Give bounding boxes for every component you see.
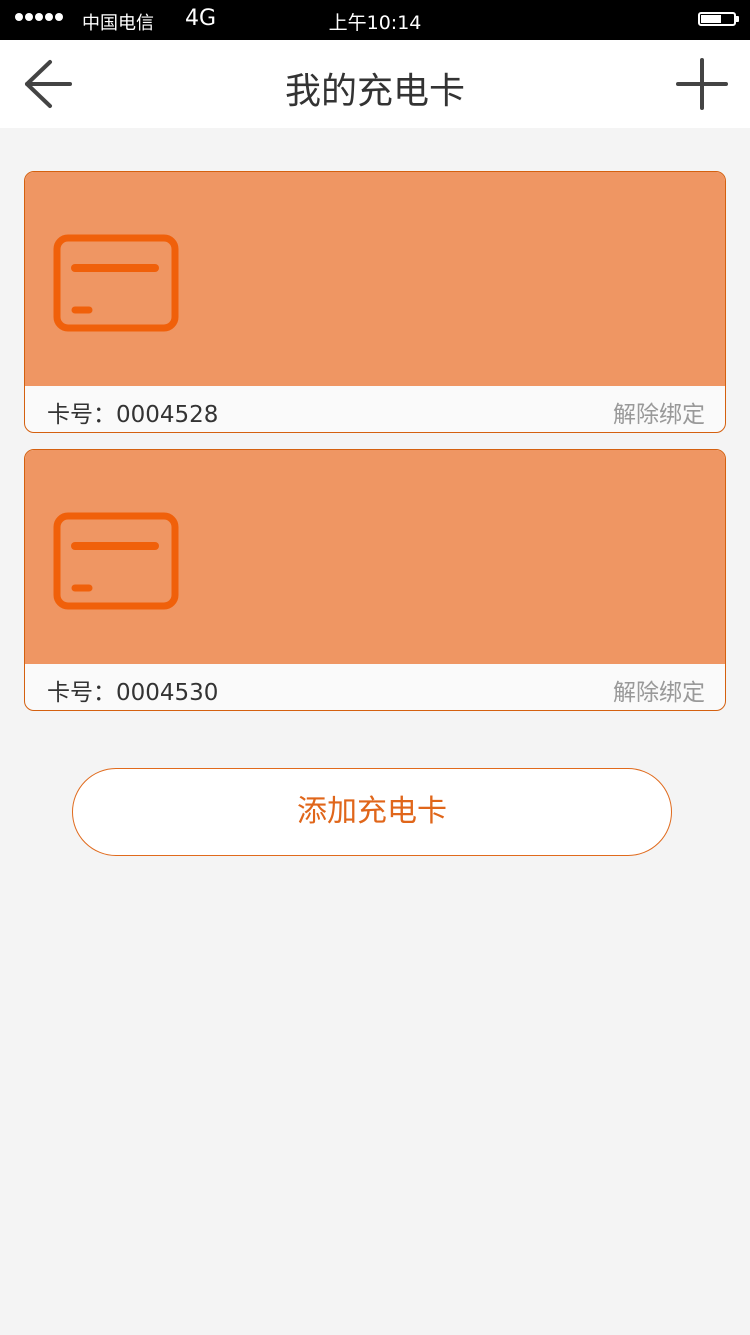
- card-footer: 卡号：0004528 解除绑定: [25, 386, 725, 432]
- card-icon: [53, 512, 179, 610]
- card-face: [25, 450, 725, 664]
- status-time: 上午10:14: [328, 12, 422, 34]
- card-number: 卡号：0004528: [47, 402, 219, 428]
- charging-card[interactable]: 卡号：0004530 解除绑定: [24, 449, 726, 711]
- unbind-button[interactable]: 解除绑定: [613, 673, 705, 707]
- plus-icon: [676, 58, 728, 110]
- card-icon: [53, 234, 179, 332]
- status-bar: 中国电信 4G 上午10:14: [0, 0, 750, 40]
- card-footer: 卡号：0004530 解除绑定: [25, 664, 725, 710]
- charging-card[interactable]: 卡号：0004528 解除绑定: [24, 171, 726, 433]
- card-number: 卡号：0004530: [47, 680, 219, 706]
- card-list: 卡号：0004528 解除绑定 卡号：0004530 解除绑定: [24, 171, 726, 727]
- battery-icon: [698, 12, 739, 26]
- page-title: 我的充电卡: [284, 71, 465, 112]
- unbind-button[interactable]: 解除绑定: [613, 395, 705, 429]
- add-card-button[interactable]: 添加充电卡: [72, 768, 672, 856]
- card-face: [25, 172, 725, 386]
- nav-bar: 我的充电卡: [0, 40, 750, 128]
- add-button[interactable]: [672, 54, 732, 114]
